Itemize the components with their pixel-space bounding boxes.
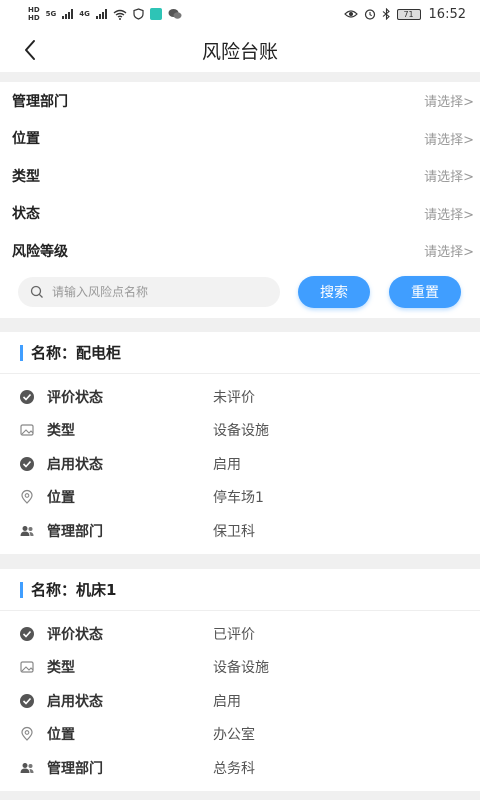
status-bar-left: HD HD 5G 4G: [28, 6, 182, 22]
field-label: 类型: [47, 660, 75, 677]
card-header: 名称：配电柜: [0, 332, 480, 374]
check-circle-icon: [19, 456, 35, 472]
shield-icon: [133, 8, 144, 20]
app-logo-icon: [149, 8, 162, 20]
card-field-department: 管理部门 保卫科: [0, 514, 480, 548]
filter-row-type[interactable]: 类型 请选择>: [0, 157, 480, 195]
search-box[interactable]: [18, 277, 280, 307]
page-title: 风险台账: [201, 40, 278, 63]
filter-select-value[interactable]: 请选择>: [424, 91, 474, 110]
filter-row-location[interactable]: 位置 请选择>: [0, 120, 480, 158]
search-row: 搜索 重置: [0, 274, 480, 310]
users-icon: [19, 760, 35, 776]
filter-row-risk-level[interactable]: 风险等级 请选择>: [0, 232, 480, 270]
card-field-type: 类型 设备设施: [0, 414, 480, 448]
card-field-enable-status: 启用状态 启用: [0, 447, 480, 481]
eye-icon: [343, 10, 358, 18]
clock-time: 16:52: [428, 6, 466, 22]
search-button[interactable]: 搜索: [298, 276, 370, 308]
field-value: 启用: [213, 693, 241, 710]
card-header: 名称：机床1: [0, 569, 480, 611]
filter-select-value[interactable]: 请选择>: [424, 166, 474, 185]
filter-row-status[interactable]: 状态 请选择>: [0, 195, 480, 233]
field-label: 管理部门: [47, 760, 103, 777]
image-icon: [19, 659, 35, 675]
alarm-icon: [364, 9, 375, 20]
filter-label: 管理部门: [12, 93, 68, 110]
filter-label: 位置: [12, 131, 40, 148]
filter-label: 类型: [12, 168, 40, 185]
check-circle-icon: [19, 693, 35, 709]
field-value: 停车场1: [213, 490, 264, 507]
wifi-icon: [113, 9, 127, 20]
field-value: 总务科: [213, 760, 255, 777]
card-field-location: 位置 办公室: [0, 718, 480, 752]
card-accent-bar: [20, 581, 23, 598]
field-label: 评价状态: [47, 626, 103, 643]
filter-select-value[interactable]: 请选择>: [424, 241, 474, 260]
location-pin-icon: [19, 489, 35, 505]
signal-icon: [62, 9, 74, 19]
card-accent-bar: [20, 344, 23, 361]
hd-indicator: HD HD: [28, 6, 40, 22]
chevron-left-icon: [25, 40, 35, 60]
search-input[interactable]: [52, 285, 262, 299]
field-label: 管理部门: [47, 523, 103, 540]
field-label: 启用状态: [47, 456, 103, 473]
field-label: 位置: [47, 727, 75, 744]
navigation-bar: 风险台账: [0, 28, 480, 72]
field-value: 设备设施: [213, 423, 269, 440]
card-body: 评价状态 未评价 类型 设备设施 启用状态 启用 位置 停车场1 管理部门 保卫…: [0, 374, 480, 548]
back-button[interactable]: [14, 34, 46, 66]
filter-panel: 管理部门 请选择> 位置 请选择> 类型 请选择> 状态 请选择> 风险等级 请…: [0, 82, 480, 318]
filter-label: 状态: [12, 206, 40, 223]
status-bar-right: 71 16:52: [343, 6, 466, 22]
card-title: 名称：机床1: [31, 581, 117, 599]
card-body: 评价状态 已评价 类型 设备设施 启用状态 启用 位置 办公室 管理部门 总务科: [0, 611, 480, 785]
network-4g-label: 4G: [79, 10, 90, 18]
card-field-evaluation-status: 评价状态 未评价: [0, 380, 480, 414]
filter-row-department[interactable]: 管理部门 请选择>: [0, 82, 480, 120]
card-field-type: 类型 设备设施: [0, 651, 480, 685]
battery-icon: 71: [396, 8, 421, 20]
card-field-enable-status: 启用状态 启用: [0, 684, 480, 718]
check-circle-icon: [19, 626, 35, 642]
risk-card[interactable]: 名称：机床1 评价状态 已评价 类型 设备设施 启用状态 启用 位置 办公室 管…: [0, 569, 480, 791]
location-pin-icon: [19, 726, 35, 742]
field-label: 启用状态: [47, 693, 103, 710]
card-field-location: 位置 停车场1: [0, 481, 480, 515]
filter-select-value[interactable]: 请选择>: [424, 204, 474, 223]
card-field-department: 管理部门 总务科: [0, 751, 480, 785]
reset-button[interactable]: 重置: [389, 276, 461, 308]
field-value: 设备设施: [213, 660, 269, 677]
field-value: 启用: [213, 456, 241, 473]
card-title: 名称：配电柜: [31, 344, 122, 362]
check-circle-icon: [19, 389, 35, 405]
field-value: 已评价: [213, 626, 255, 643]
filter-label: 风险等级: [12, 243, 68, 260]
field-value: 未评价: [213, 389, 255, 406]
field-label: 类型: [47, 423, 75, 440]
field-label: 评价状态: [47, 389, 103, 406]
card-field-evaluation-status: 评价状态 已评价: [0, 617, 480, 651]
status-bar: HD HD 5G 4G 71 16:52: [0, 0, 480, 28]
wechat-icon: [168, 9, 182, 19]
network-5g-label: 5G: [45, 10, 57, 18]
filter-select-value[interactable]: 请选择>: [424, 129, 474, 148]
bluetooth-icon: [382, 8, 390, 20]
risk-card[interactable]: 名称：配电柜 评价状态 未评价 类型 设备设施 启用状态 启用 位置 停车场1 …: [0, 332, 480, 554]
field-label: 位置: [47, 490, 75, 507]
image-icon: [19, 422, 35, 438]
signal-icon: [95, 9, 107, 19]
search-icon: [30, 285, 43, 298]
field-value: 办公室: [213, 727, 255, 744]
users-icon: [19, 523, 35, 539]
field-value: 保卫科: [213, 523, 255, 540]
